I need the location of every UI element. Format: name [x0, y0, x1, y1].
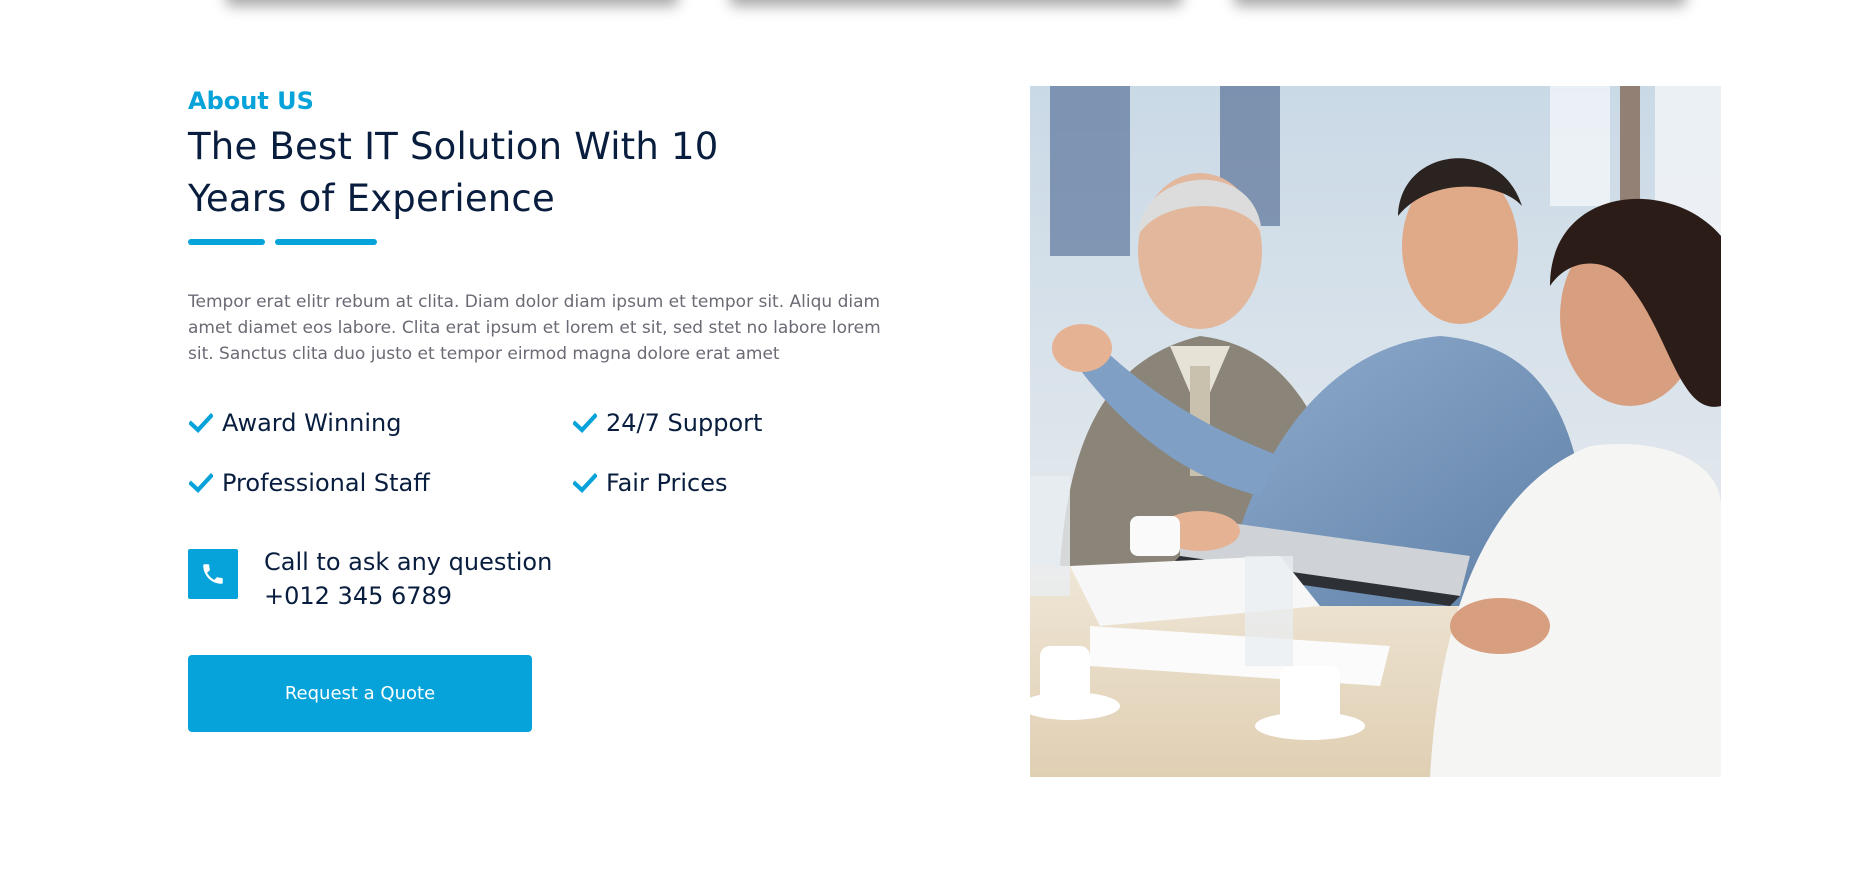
about-section: About US The Best IT Solution With 10 Ye…: [0, 0, 1865, 885]
feature-item: Professional Staff: [188, 465, 572, 501]
check-icon: [188, 410, 214, 436]
call-box: Call to ask any question +012 345 6789: [188, 545, 908, 613]
divider-bar: [275, 239, 377, 245]
phone-number[interactable]: +012 345 6789: [264, 579, 552, 613]
call-text: Call to ask any question +012 345 6789: [264, 545, 552, 613]
meeting-photo: [1030, 86, 1721, 777]
section-heading: The Best IT Solution With 10 Years of Ex…: [188, 125, 719, 220]
feature-label: Professional Staff: [222, 469, 430, 497]
about-image: [1030, 86, 1721, 777]
feature-label: Award Winning: [222, 409, 402, 437]
check-icon: [572, 470, 598, 496]
feature-item: Fair Prices: [572, 465, 872, 501]
feature-label: Fair Prices: [606, 469, 728, 497]
heading-divider: [188, 239, 908, 245]
feature-label: 24/7 Support: [606, 409, 763, 437]
request-quote-button[interactable]: Request a Quote: [188, 655, 532, 732]
check-icon: [572, 410, 598, 436]
phone-icon: [188, 549, 238, 599]
check-icon: [188, 470, 214, 496]
about-description: Tempor erat elitr rebum at clita. Diam d…: [188, 292, 881, 364]
feature-item: 24/7 Support: [572, 405, 872, 441]
about-text-column: About US The Best IT Solution With 10 Ye…: [188, 85, 908, 732]
feature-list: Award Winning 24/7 Support Professional …: [188, 405, 908, 501]
section-eyebrow: About US: [188, 87, 314, 115]
feature-item: Award Winning: [188, 405, 572, 441]
divider-bar: [188, 239, 265, 245]
call-question: Call to ask any question: [264, 548, 553, 576]
